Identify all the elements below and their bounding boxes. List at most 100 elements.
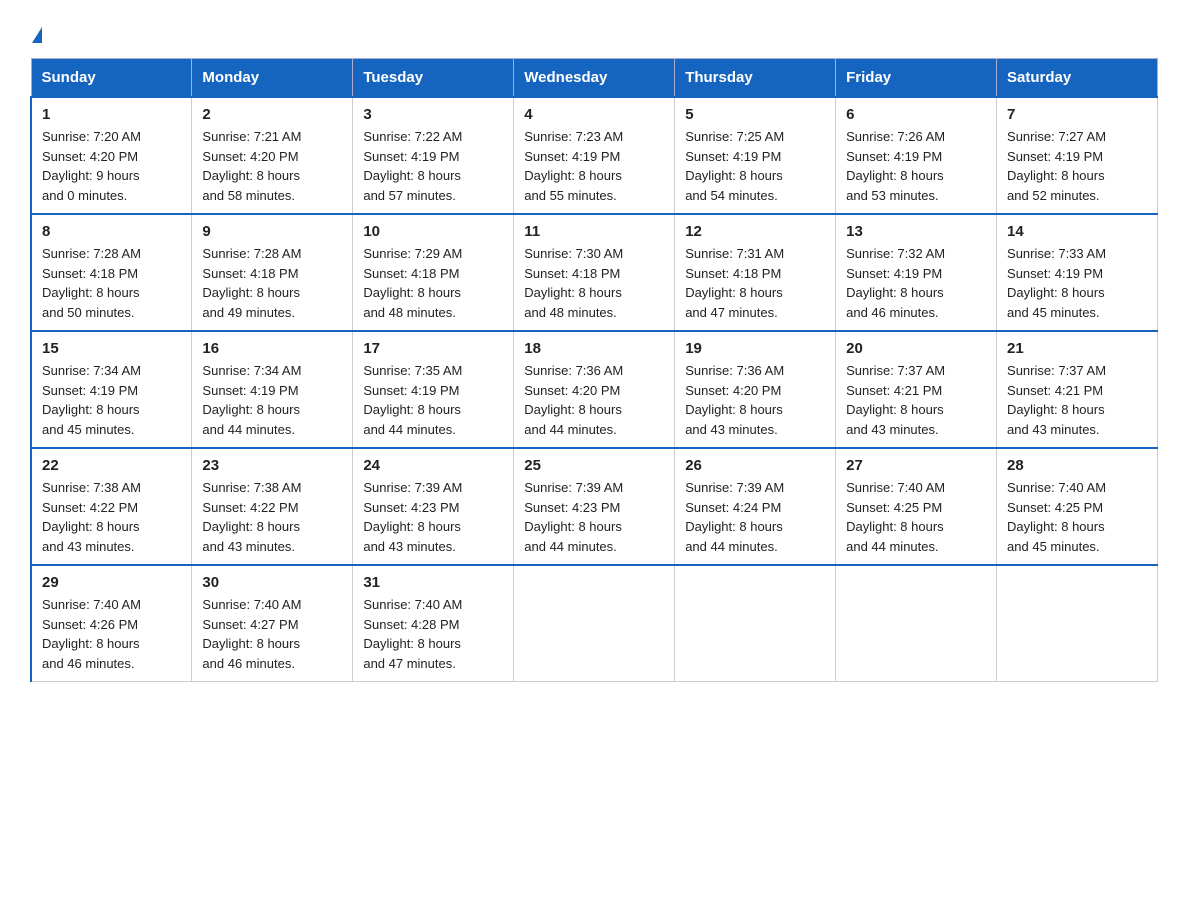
day-info: Sunrise: 7:37 AM Sunset: 4:21 PM Dayligh… bbox=[846, 361, 986, 439]
calendar-header: SundayMondayTuesdayWednesdayThursdayFrid… bbox=[31, 59, 1158, 98]
calendar-cell: 11 Sunrise: 7:30 AM Sunset: 4:18 PM Dayl… bbox=[514, 214, 675, 331]
calendar-cell: 17 Sunrise: 7:35 AM Sunset: 4:19 PM Dayl… bbox=[353, 331, 514, 448]
calendar-cell bbox=[675, 565, 836, 682]
week-row-4: 22 Sunrise: 7:38 AM Sunset: 4:22 PM Dayl… bbox=[31, 448, 1158, 565]
day-number: 22 bbox=[42, 457, 181, 474]
day-info: Sunrise: 7:22 AM Sunset: 4:19 PM Dayligh… bbox=[363, 127, 503, 205]
header-monday: Monday bbox=[192, 59, 353, 98]
day-number: 25 bbox=[524, 457, 664, 474]
day-info: Sunrise: 7:33 AM Sunset: 4:19 PM Dayligh… bbox=[1007, 244, 1147, 322]
day-number: 28 bbox=[1007, 457, 1147, 474]
day-info: Sunrise: 7:30 AM Sunset: 4:18 PM Dayligh… bbox=[524, 244, 664, 322]
calendar-cell: 9 Sunrise: 7:28 AM Sunset: 4:18 PM Dayli… bbox=[192, 214, 353, 331]
day-info: Sunrise: 7:29 AM Sunset: 4:18 PM Dayligh… bbox=[363, 244, 503, 322]
day-number: 6 bbox=[846, 106, 986, 123]
calendar-cell: 4 Sunrise: 7:23 AM Sunset: 4:19 PM Dayli… bbox=[514, 97, 675, 214]
calendar-cell: 3 Sunrise: 7:22 AM Sunset: 4:19 PM Dayli… bbox=[353, 97, 514, 214]
day-info: Sunrise: 7:40 AM Sunset: 4:28 PM Dayligh… bbox=[363, 595, 503, 673]
day-info: Sunrise: 7:36 AM Sunset: 4:20 PM Dayligh… bbox=[685, 361, 825, 439]
day-number: 27 bbox=[846, 457, 986, 474]
calendar-cell: 19 Sunrise: 7:36 AM Sunset: 4:20 PM Dayl… bbox=[675, 331, 836, 448]
header-row: SundayMondayTuesdayWednesdayThursdayFrid… bbox=[31, 59, 1158, 98]
day-info: Sunrise: 7:28 AM Sunset: 4:18 PM Dayligh… bbox=[202, 244, 342, 322]
day-number: 23 bbox=[202, 457, 342, 474]
calendar-cell: 5 Sunrise: 7:25 AM Sunset: 4:19 PM Dayli… bbox=[675, 97, 836, 214]
day-info: Sunrise: 7:34 AM Sunset: 4:19 PM Dayligh… bbox=[42, 361, 181, 439]
day-info: Sunrise: 7:39 AM Sunset: 4:24 PM Dayligh… bbox=[685, 478, 825, 556]
day-number: 26 bbox=[685, 457, 825, 474]
day-number: 3 bbox=[363, 106, 503, 123]
day-number: 10 bbox=[363, 223, 503, 240]
day-info: Sunrise: 7:39 AM Sunset: 4:23 PM Dayligh… bbox=[524, 478, 664, 556]
day-number: 20 bbox=[846, 340, 986, 357]
day-number: 12 bbox=[685, 223, 825, 240]
day-info: Sunrise: 7:31 AM Sunset: 4:18 PM Dayligh… bbox=[685, 244, 825, 322]
week-row-1: 1 Sunrise: 7:20 AM Sunset: 4:20 PM Dayli… bbox=[31, 97, 1158, 214]
calendar-cell: 28 Sunrise: 7:40 AM Sunset: 4:25 PM Dayl… bbox=[997, 448, 1158, 565]
calendar-cell: 20 Sunrise: 7:37 AM Sunset: 4:21 PM Dayl… bbox=[836, 331, 997, 448]
header-thursday: Thursday bbox=[675, 59, 836, 98]
day-number: 24 bbox=[363, 457, 503, 474]
calendar-cell: 29 Sunrise: 7:40 AM Sunset: 4:26 PM Dayl… bbox=[31, 565, 192, 682]
day-info: Sunrise: 7:27 AM Sunset: 4:19 PM Dayligh… bbox=[1007, 127, 1147, 205]
day-number: 9 bbox=[202, 223, 342, 240]
day-number: 14 bbox=[1007, 223, 1147, 240]
day-number: 18 bbox=[524, 340, 664, 357]
day-info: Sunrise: 7:40 AM Sunset: 4:27 PM Dayligh… bbox=[202, 595, 342, 673]
header-saturday: Saturday bbox=[997, 59, 1158, 98]
logo bbox=[30, 20, 42, 48]
day-number: 17 bbox=[363, 340, 503, 357]
calendar-cell: 8 Sunrise: 7:28 AM Sunset: 4:18 PM Dayli… bbox=[31, 214, 192, 331]
day-number: 15 bbox=[42, 340, 181, 357]
calendar-cell: 18 Sunrise: 7:36 AM Sunset: 4:20 PM Dayl… bbox=[514, 331, 675, 448]
day-info: Sunrise: 7:40 AM Sunset: 4:26 PM Dayligh… bbox=[42, 595, 181, 673]
day-info: Sunrise: 7:23 AM Sunset: 4:19 PM Dayligh… bbox=[524, 127, 664, 205]
day-info: Sunrise: 7:37 AM Sunset: 4:21 PM Dayligh… bbox=[1007, 361, 1147, 439]
day-number: 2 bbox=[202, 106, 342, 123]
calendar-cell: 7 Sunrise: 7:27 AM Sunset: 4:19 PM Dayli… bbox=[997, 97, 1158, 214]
calendar-cell: 26 Sunrise: 7:39 AM Sunset: 4:24 PM Dayl… bbox=[675, 448, 836, 565]
calendar-body: 1 Sunrise: 7:20 AM Sunset: 4:20 PM Dayli… bbox=[31, 97, 1158, 682]
day-info: Sunrise: 7:21 AM Sunset: 4:20 PM Dayligh… bbox=[202, 127, 342, 205]
calendar-cell: 22 Sunrise: 7:38 AM Sunset: 4:22 PM Dayl… bbox=[31, 448, 192, 565]
day-info: Sunrise: 7:26 AM Sunset: 4:19 PM Dayligh… bbox=[846, 127, 986, 205]
day-number: 29 bbox=[42, 574, 181, 591]
day-info: Sunrise: 7:38 AM Sunset: 4:22 PM Dayligh… bbox=[42, 478, 181, 556]
day-info: Sunrise: 7:25 AM Sunset: 4:19 PM Dayligh… bbox=[685, 127, 825, 205]
calendar-cell: 12 Sunrise: 7:31 AM Sunset: 4:18 PM Dayl… bbox=[675, 214, 836, 331]
day-info: Sunrise: 7:38 AM Sunset: 4:22 PM Dayligh… bbox=[202, 478, 342, 556]
calendar-cell: 30 Sunrise: 7:40 AM Sunset: 4:27 PM Dayl… bbox=[192, 565, 353, 682]
calendar-cell bbox=[514, 565, 675, 682]
day-info: Sunrise: 7:34 AM Sunset: 4:19 PM Dayligh… bbox=[202, 361, 342, 439]
calendar-cell bbox=[836, 565, 997, 682]
calendar-cell: 27 Sunrise: 7:40 AM Sunset: 4:25 PM Dayl… bbox=[836, 448, 997, 565]
header-sunday: Sunday bbox=[31, 59, 192, 98]
calendar-cell: 13 Sunrise: 7:32 AM Sunset: 4:19 PM Dayl… bbox=[836, 214, 997, 331]
calendar-cell: 24 Sunrise: 7:39 AM Sunset: 4:23 PM Dayl… bbox=[353, 448, 514, 565]
header-wednesday: Wednesday bbox=[514, 59, 675, 98]
calendar-cell: 23 Sunrise: 7:38 AM Sunset: 4:22 PM Dayl… bbox=[192, 448, 353, 565]
day-number: 19 bbox=[685, 340, 825, 357]
week-row-5: 29 Sunrise: 7:40 AM Sunset: 4:26 PM Dayl… bbox=[31, 565, 1158, 682]
calendar-cell bbox=[997, 565, 1158, 682]
calendar-cell: 15 Sunrise: 7:34 AM Sunset: 4:19 PM Dayl… bbox=[31, 331, 192, 448]
calendar-table: SundayMondayTuesdayWednesdayThursdayFrid… bbox=[30, 58, 1158, 682]
day-info: Sunrise: 7:28 AM Sunset: 4:18 PM Dayligh… bbox=[42, 244, 181, 322]
day-info: Sunrise: 7:20 AM Sunset: 4:20 PM Dayligh… bbox=[42, 127, 181, 205]
day-info: Sunrise: 7:36 AM Sunset: 4:20 PM Dayligh… bbox=[524, 361, 664, 439]
logo-top bbox=[30, 20, 42, 48]
day-number: 8 bbox=[42, 223, 181, 240]
calendar-cell: 6 Sunrise: 7:26 AM Sunset: 4:19 PM Dayli… bbox=[836, 97, 997, 214]
week-row-2: 8 Sunrise: 7:28 AM Sunset: 4:18 PM Dayli… bbox=[31, 214, 1158, 331]
day-number: 11 bbox=[524, 223, 664, 240]
day-number: 16 bbox=[202, 340, 342, 357]
day-info: Sunrise: 7:40 AM Sunset: 4:25 PM Dayligh… bbox=[1007, 478, 1147, 556]
header-tuesday: Tuesday bbox=[353, 59, 514, 98]
header-friday: Friday bbox=[836, 59, 997, 98]
week-row-3: 15 Sunrise: 7:34 AM Sunset: 4:19 PM Dayl… bbox=[31, 331, 1158, 448]
day-number: 5 bbox=[685, 106, 825, 123]
page-header bbox=[30, 20, 1158, 48]
day-info: Sunrise: 7:32 AM Sunset: 4:19 PM Dayligh… bbox=[846, 244, 986, 322]
calendar-cell: 2 Sunrise: 7:21 AM Sunset: 4:20 PM Dayli… bbox=[192, 97, 353, 214]
day-number: 7 bbox=[1007, 106, 1147, 123]
